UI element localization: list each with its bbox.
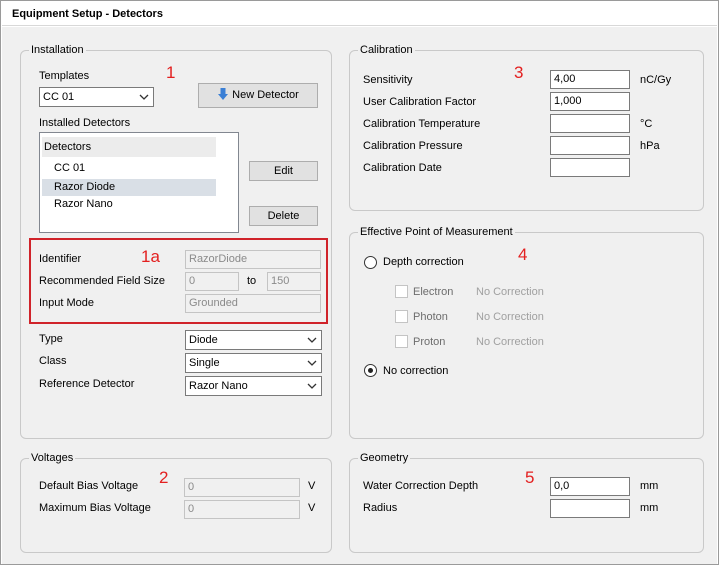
chevron-down-icon (307, 383, 317, 389)
epom-group-title: Effective Point of Measurement (358, 225, 515, 239)
water-correction-depth-label: Water Correction Depth (363, 480, 479, 492)
title-bar: Equipment Setup - Detectors (2, 2, 717, 26)
field-size-from-field[interactable]: 0 (185, 272, 239, 291)
type-combo[interactable]: Diode (185, 330, 322, 350)
no-correction-radio[interactable] (364, 364, 377, 377)
cal-pressure-unit: hPa (640, 140, 660, 152)
proton-correction-value: No Correction (476, 336, 544, 348)
photon-correction-value: No Correction (476, 311, 544, 323)
default-bias-label: Default Bias Voltage (39, 480, 139, 492)
default-bias-field[interactable]: 0 (184, 478, 300, 497)
electron-checkbox[interactable] (395, 285, 408, 298)
max-bias-unit: V (308, 502, 316, 514)
photon-checkbox[interactable] (395, 310, 408, 323)
proton-checkbox[interactable] (395, 335, 408, 348)
sensitivity-field[interactable]: 4,00 (550, 70, 630, 89)
equipment-setup-window: Equipment Setup - Detectors Installation… (0, 0, 719, 565)
depth-correction-label: Depth correction (383, 256, 464, 268)
class-combo[interactable]: Single (185, 353, 322, 373)
radio-selected-dot (368, 368, 373, 373)
cal-date-field[interactable] (550, 158, 630, 177)
chevron-down-icon (307, 360, 317, 366)
class-label: Class (39, 355, 67, 367)
cal-pressure-label: Calibration Pressure (363, 140, 463, 152)
new-detector-button[interactable]: New Detector (198, 83, 318, 108)
window-title: Equipment Setup - Detectors (12, 8, 163, 20)
reference-detector-combo[interactable]: Razor Nano (185, 376, 322, 396)
installed-detectors-label: Installed Detectors (39, 117, 131, 129)
annotation-1a: 1a (141, 247, 160, 266)
client-area: Installation 1 Templates CC 01 New Detec… (2, 27, 717, 564)
input-mode-field[interactable]: Grounded (185, 294, 321, 313)
cal-date-label: Calibration Date (363, 162, 442, 174)
photon-label: Photon (413, 311, 448, 323)
water-correction-depth-unit: mm (640, 480, 659, 492)
list-header: Detectors (42, 137, 216, 157)
cal-pressure-field[interactable] (550, 136, 630, 155)
user-cal-factor-label: User Calibration Factor (363, 96, 477, 108)
type-combo-value: Diode (189, 334, 218, 346)
max-bias-field[interactable]: 0 (184, 500, 300, 519)
installed-detectors-list[interactable]: Detectors CC 01 Razor Diode Razor Nano (39, 132, 239, 233)
radius-field[interactable] (550, 499, 630, 518)
sensitivity-label: Sensitivity (363, 74, 413, 86)
new-detector-label: New Detector (232, 89, 299, 101)
depth-correction-radio[interactable] (364, 256, 377, 269)
annotation-2: 2 (159, 468, 169, 487)
identifier-label: Identifier (39, 253, 82, 265)
annotation-3: 3 (514, 63, 524, 82)
class-combo-value: Single (189, 357, 220, 369)
templates-combo[interactable]: CC 01 (39, 87, 154, 107)
annotation-1: 1 (166, 63, 176, 82)
sensitivity-unit: nC/Gy (640, 74, 672, 86)
voltages-group-title: Voltages (29, 451, 76, 465)
delete-button[interactable]: Delete (249, 206, 318, 226)
proton-label: Proton (413, 336, 446, 348)
field-size-label: Recommended Field Size (39, 275, 165, 287)
radius-unit: mm (640, 502, 659, 514)
field-size-to-field[interactable]: 150 (267, 272, 321, 291)
list-item[interactable]: CC 01 (42, 160, 216, 177)
annotation-5: 5 (525, 468, 535, 487)
user-cal-factor-field[interactable]: 1,000 (550, 92, 630, 111)
electron-correction-value: No Correction (476, 286, 544, 298)
input-mode-label: Input Mode (39, 297, 95, 309)
radius-label: Radius (363, 502, 398, 514)
type-label: Type (39, 333, 63, 345)
arrow-down-icon (218, 88, 229, 100)
installation-group-title: Installation (29, 43, 86, 57)
max-bias-label: Maximum Bias Voltage (39, 502, 151, 514)
cal-temperature-field[interactable] (550, 114, 630, 133)
list-item-selected[interactable]: Razor Diode (42, 179, 216, 196)
water-correction-depth-field[interactable]: 0,0 (550, 477, 630, 496)
edit-button[interactable]: Edit (249, 161, 318, 181)
templates-label: Templates (39, 70, 90, 82)
reference-detector-value: Razor Nano (189, 380, 248, 392)
cal-temperature-label: Calibration Temperature (363, 118, 481, 130)
default-bias-unit: V (308, 480, 316, 492)
chevron-down-icon (139, 94, 149, 100)
electron-label: Electron (413, 286, 454, 298)
chevron-down-icon (307, 337, 317, 343)
no-correction-label: No correction (383, 365, 449, 377)
identifier-field[interactable]: RazorDiode (185, 250, 321, 269)
annotation-4: 4 (518, 245, 528, 264)
templates-combo-value: CC 01 (43, 91, 75, 103)
geometry-group-title: Geometry (358, 451, 411, 465)
field-size-to-label: to (247, 275, 257, 287)
reference-detector-label: Reference Detector (39, 378, 135, 390)
cal-temperature-unit: °C (640, 118, 653, 130)
calibration-group-title: Calibration (358, 43, 415, 57)
list-item[interactable]: Razor Nano (42, 196, 216, 213)
